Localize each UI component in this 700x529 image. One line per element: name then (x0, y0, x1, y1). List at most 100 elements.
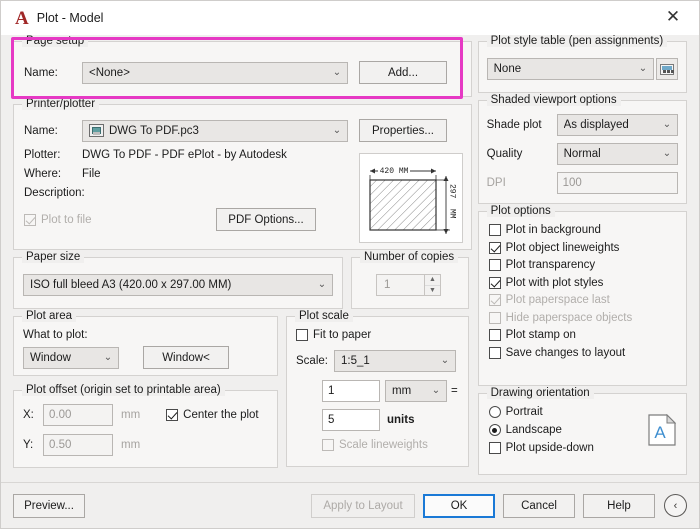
checkbox-icon (488, 259, 501, 271)
paper-size-value: ISO full bleed A3 (420.00 x 297.00 MM) (30, 279, 232, 291)
dialog-footer: Preview... Apply to Layout OK Cancel Hel… (1, 482, 699, 528)
what-to-plot-label: What to plot: (23, 329, 88, 341)
checkbox-icon (24, 213, 36, 226)
plot-to-file-checkbox[interactable]: Plot to file (24, 213, 174, 226)
where-value: File (82, 168, 101, 180)
checkbox-icon (322, 439, 334, 451)
ok-button[interactable]: OK (423, 493, 495, 518)
spinner-up-icon[interactable]: ▲ (425, 275, 440, 286)
scale-numerator-input[interactable]: 1 (322, 380, 380, 402)
chevron-down-icon: ⌄ (638, 63, 648, 74)
what-to-plot-value: Window (30, 351, 71, 364)
center-the-plot-label: Center the plot (183, 409, 259, 421)
plot-option-label: Plot in background (505, 224, 601, 236)
page-setup-name-combo[interactable]: <None> ⌄ (82, 61, 348, 84)
drawing-orientation-group: Drawing orientation Portrait Landscape P… (477, 387, 687, 475)
scale-combo[interactable]: 1:5_1 ⌄ (334, 350, 456, 372)
plot-offset-legend: Plot offset (origin set to printable are… (22, 384, 225, 396)
title-bar: A Plot - Model ✕ (1, 1, 699, 35)
preview-height-label: 297 (447, 184, 457, 199)
shade-plot-value: As displayed (563, 119, 629, 131)
copies-stepper[interactable]: 1 ▲ ▼ (376, 274, 468, 296)
plotter-value: DWG To PDF - PDF ePlot - by Autodesk (82, 149, 287, 161)
scale-denominator-input[interactable]: 5 (322, 409, 380, 431)
copies-spin-buttons[interactable]: ▲ ▼ (424, 274, 441, 296)
preview-height-unit: MM (447, 209, 457, 219)
plot-options-group: Plot options Plot in background Plot obj… (477, 205, 687, 386)
printer-name-label: Name: (24, 124, 58, 137)
checkbox-icon (488, 346, 501, 359)
page-setup-legend: Page setup (22, 35, 89, 47)
paper-size-combo[interactable]: ISO full bleed A3 (420.00 x 297.00 MM) ⌄ (23, 274, 333, 296)
plot-option-label: Plot paperspace last (505, 294, 610, 306)
center-the-plot-checkbox[interactable]: Center the plot (166, 409, 259, 421)
dialog-body: Page setup Name: <None> ⌄ Add... Printer… (1, 35, 699, 482)
checkbox-icon (488, 442, 501, 454)
plot-offset-group: Plot offset (origin set to printable are… (13, 384, 278, 468)
offset-y-input[interactable]: 0.50 (43, 434, 113, 456)
printer-properties-button[interactable]: Properties... (359, 119, 447, 142)
orientation-page-icon: A (648, 413, 677, 446)
plot-option-row: Hide paperspace objects (488, 311, 678, 324)
plot-option-label: Plot with plot styles (505, 276, 604, 289)
plot-option-row[interactable]: Save changes to layout (488, 346, 678, 359)
quality-label: Quality (486, 148, 523, 160)
pen-table-edit-icon[interactable] (656, 58, 678, 80)
shaded-viewport-legend: Shaded viewport options (486, 94, 621, 106)
page-setup-name-label: Name: (24, 66, 58, 79)
plot-option-row[interactable]: Plot with plot styles (488, 276, 678, 289)
plot-option-row[interactable]: Plot in background (488, 224, 678, 236)
plot-style-table-combo[interactable]: None ⌄ (486, 58, 654, 80)
printer-name-combo[interactable]: DWG To PDF.pc3 ⌄ (82, 119, 348, 142)
offset-x-input[interactable]: 0.00 (43, 404, 113, 426)
radio-icon (488, 424, 501, 436)
fit-to-paper-checkbox[interactable]: Fit to paper (296, 329, 459, 341)
plotter-label: Plotter: (24, 149, 61, 161)
scale-unit-combo[interactable]: mm ⌄ (385, 380, 447, 402)
printer-plotter-legend: Printer/plotter (22, 98, 100, 110)
plot-style-table-group: Plot style table (pen assignments) None … (477, 35, 687, 93)
dpi-input[interactable]: 100 (556, 172, 678, 194)
checkbox-icon (296, 329, 308, 341)
copies-legend: Number of copies (360, 251, 459, 263)
chevron-down-icon: ⌄ (431, 385, 441, 396)
page-setup-name-value: <None> (89, 66, 130, 79)
what-to-plot-combo[interactable]: Window ⌄ (23, 346, 119, 369)
chevron-down-icon: ⌄ (662, 148, 672, 159)
plot-options-list: Plot in background Plot object lineweigh… (479, 212, 686, 359)
scale-units-label: units (387, 414, 415, 426)
help-button[interactable]: Help (583, 493, 655, 518)
collapse-panel-button[interactable]: ‹ (664, 494, 687, 517)
plot-area-legend: Plot area (22, 310, 77, 322)
shaded-viewport-group: Shaded viewport options Shade plot As di… (477, 94, 687, 204)
quality-combo[interactable]: Normal ⌄ (556, 143, 678, 165)
close-icon[interactable]: ✕ (653, 3, 693, 31)
apply-to-layout-button: Apply to Layout (311, 493, 415, 518)
scale-unit-value: mm (392, 385, 412, 397)
preview-button[interactable]: Preview... (13, 493, 85, 518)
pdf-options-button[interactable]: PDF Options... (216, 208, 316, 231)
plot-option-label: Plot stamp on (505, 329, 576, 341)
cancel-button[interactable]: Cancel (503, 493, 575, 518)
checkbox-icon (488, 241, 501, 254)
shade-plot-combo[interactable]: As displayed ⌄ (556, 114, 678, 136)
spinner-down-icon[interactable]: ▼ (425, 286, 440, 296)
checkbox-icon (488, 311, 501, 324)
preview-width-label: 420 MM (377, 167, 411, 176)
add-page-setup-button[interactable]: Add... (359, 61, 447, 84)
checkbox-icon (488, 276, 501, 289)
plot-option-row[interactable]: Plot transparency (488, 259, 678, 271)
plot-option-row: Plot paperspace last (488, 294, 678, 306)
plot-option-row[interactable]: Plot object lineweights (488, 241, 678, 254)
plot-option-row[interactable]: Plot stamp on (488, 329, 678, 341)
scale-label: Scale: (296, 355, 328, 367)
page-setup-group: Page setup Name: <None> ⌄ Add... (13, 35, 472, 97)
plot-to-file-label: Plot to file (41, 213, 92, 226)
printer-name-value: DWG To PDF.pc3 (109, 124, 199, 137)
plot-area-group: Plot area What to plot: Window ⌄ Window< (13, 310, 278, 376)
copies-value: 1 (376, 274, 424, 296)
svg-text:A: A (654, 423, 666, 442)
window-select-button[interactable]: Window< (143, 346, 229, 369)
plot-scale-legend: Plot scale (295, 310, 353, 322)
scale-lineweights-checkbox[interactable]: Scale lineweights (296, 439, 459, 451)
